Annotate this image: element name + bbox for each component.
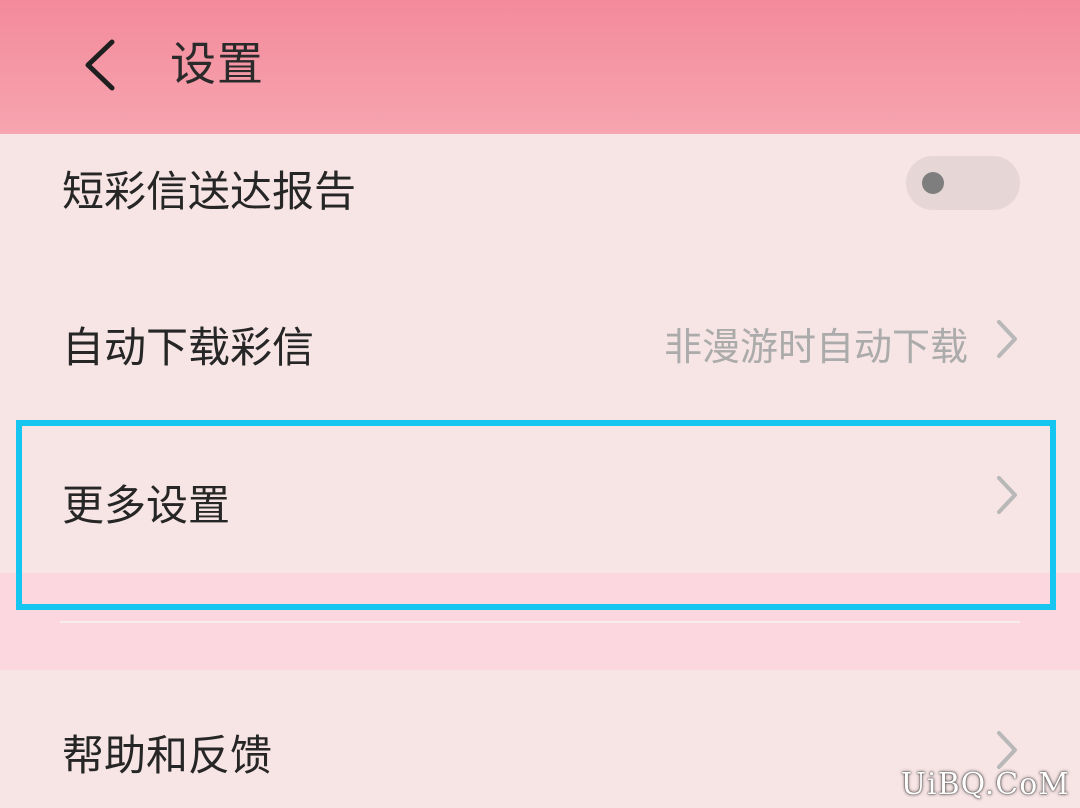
settings-list: 短彩信送达报告 自动下载彩信 非漫游时自动下载 更多设置 帮助和反馈 xyxy=(0,134,1080,808)
chevron-right-icon xyxy=(990,728,1024,772)
divider xyxy=(60,621,1020,623)
auto-download-value: 非漫游时自动下载 xyxy=(663,325,968,369)
auto-download-label: 自动下载彩信 xyxy=(62,323,315,372)
app-bar: 设置 xyxy=(0,0,1080,134)
back-button[interactable] xyxy=(72,30,132,100)
chevron-left-icon xyxy=(85,39,115,91)
delivery-report-row[interactable]: 短彩信送达报告 xyxy=(0,134,1080,234)
help-feedback-label: 帮助和反馈 xyxy=(62,731,273,780)
delivery-report-label: 短彩信送达报告 xyxy=(62,167,357,216)
watermark: UiBQ.CoM xyxy=(900,767,1070,802)
chevron-right-icon xyxy=(990,473,1024,517)
more-settings-row[interactable]: 更多设置 xyxy=(0,424,1080,572)
toggle-knob xyxy=(922,172,944,194)
chevron-right-icon xyxy=(990,317,1024,361)
more-settings-label: 更多设置 xyxy=(62,481,231,530)
page-title: 设置 xyxy=(170,37,264,91)
delivery-report-toggle[interactable] xyxy=(906,156,1020,210)
auto-download-row[interactable]: 自动下载彩信 非漫游时自动下载 xyxy=(0,264,1080,414)
